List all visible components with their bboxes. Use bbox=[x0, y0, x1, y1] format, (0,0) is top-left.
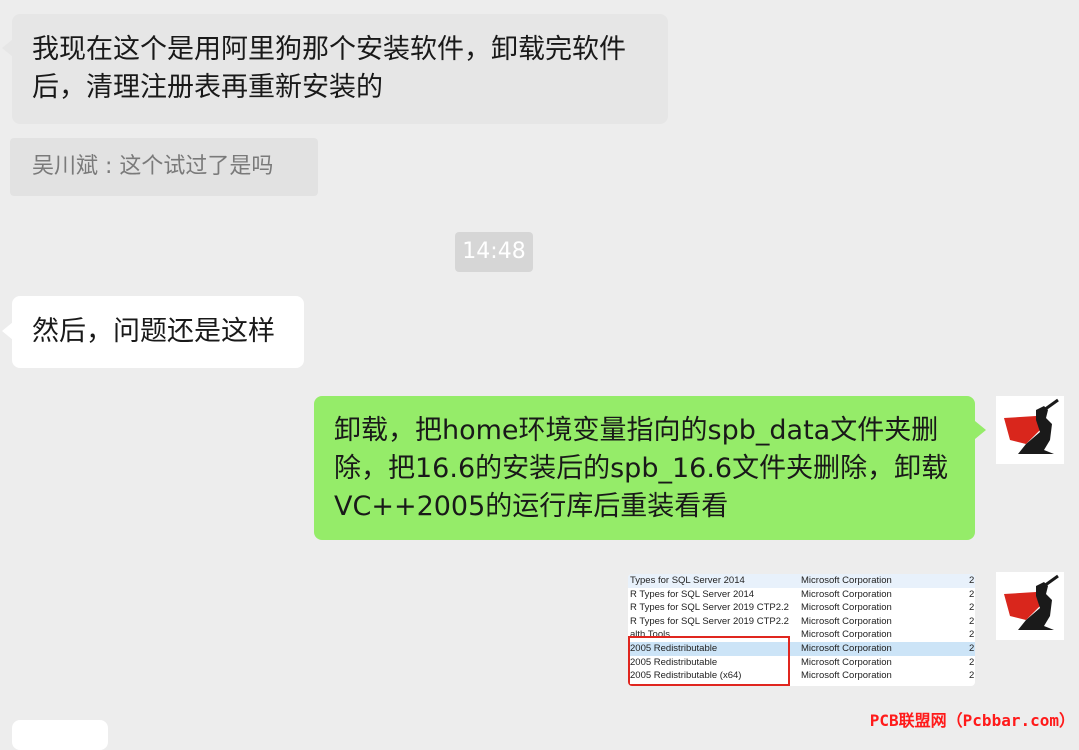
message-text-line: 然后，问题还是这样 bbox=[32, 316, 275, 347]
message-text-line: 后，清理注册表再重新安装的 bbox=[32, 72, 383, 103]
incoming-message-1[interactable]: 我现在这个是用阿里狗那个安装软件，卸载完软件 后，清理注册表再重新安装的 bbox=[12, 14, 668, 124]
outgoing-message-1[interactable]: 卸载，把home环境变量指向的spb_data文件夹删 除，把16.6的安装后的… bbox=[314, 396, 975, 540]
timestamp: 14:48 bbox=[455, 232, 533, 272]
message-text-line: 卸载，把home环境变量指向的spb_data文件夹删 bbox=[334, 415, 939, 446]
user-avatar[interactable] bbox=[996, 396, 1064, 464]
table-row: R Types for SQL Server 2019 CTP2.2 Micro… bbox=[630, 602, 975, 614]
incoming-message-partial[interactable] bbox=[12, 720, 108, 750]
image-message[interactable]: Types for SQL Server 2014 Microsoft Corp… bbox=[628, 574, 975, 686]
table-row: R Types for SQL Server 2014 Microsoft Co… bbox=[630, 588, 975, 600]
table-row: R Types for SQL Server 2019 CTP2.2 Micro… bbox=[630, 615, 975, 627]
timestamp-text: 14:48 bbox=[462, 239, 526, 264]
caped-figure-avatar-icon bbox=[1004, 574, 1059, 630]
watermark: PCB联盟网（Pcbbar.com） bbox=[869, 711, 1075, 730]
user-avatar[interactable] bbox=[996, 572, 1064, 640]
message-text-line: 除，把16.6的安装后的spb_16.6文件夹删除，卸载 bbox=[334, 453, 949, 484]
highlight-box bbox=[628, 636, 790, 686]
bubble-tail bbox=[975, 421, 986, 439]
message-text-line: 我现在这个是用阿里狗那个安装软件，卸载完软件 bbox=[32, 34, 626, 65]
message-text-line: VC++2005的运行库后重装看看 bbox=[334, 491, 729, 522]
caped-figure-avatar-icon bbox=[1004, 398, 1059, 454]
quote-text: 吴川斌 : 这个试过了是吗 bbox=[32, 154, 274, 179]
incoming-message-2[interactable]: 然后，问题还是这样 bbox=[12, 296, 304, 368]
table-row: Types for SQL Server 2014 Microsoft Corp… bbox=[628, 574, 975, 588]
quoted-reply[interactable]: 吴川斌 : 这个试过了是吗 bbox=[10, 138, 318, 196]
